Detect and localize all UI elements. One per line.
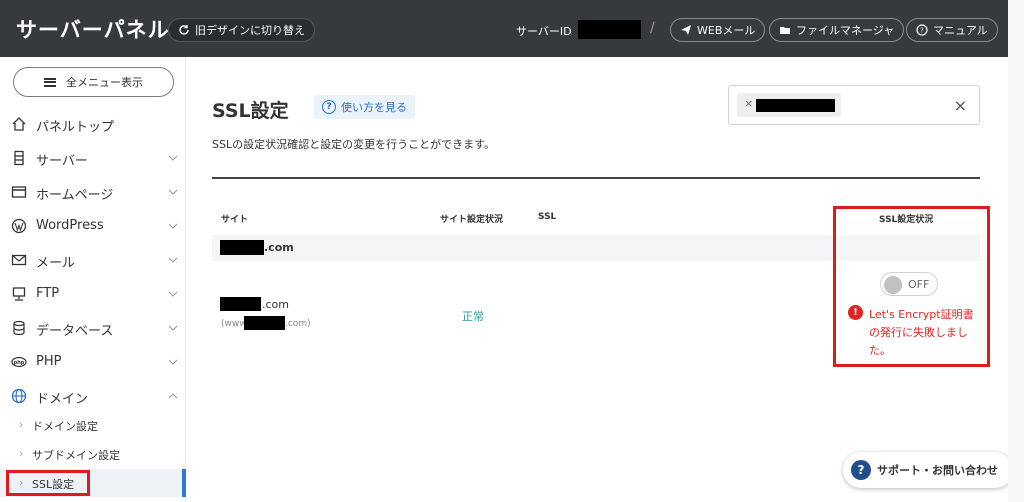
domain-filter-box[interactable]: × ×	[728, 85, 980, 125]
web-mail-label: WEBメール	[697, 24, 756, 37]
active-indicator	[182, 469, 186, 497]
how-to-button[interactable]: ? 使い方を見る	[314, 95, 415, 119]
paper-plane-icon	[681, 25, 691, 35]
row-www-suffix: .com)	[285, 319, 311, 329]
svg-text:?: ?	[920, 27, 924, 35]
refresh-icon	[179, 25, 189, 35]
old-design-toggle-button[interactable]: 旧デザインに切り替え	[168, 18, 315, 42]
folder-icon	[780, 27, 790, 34]
page-title: SSL設定	[212, 100, 289, 122]
sidebar-item-ftp[interactable]: FTP	[0, 277, 186, 311]
sidebar-item-wordpress[interactable]: WordPress	[0, 209, 186, 243]
sidebar-item-label: ドメイン	[36, 392, 89, 407]
sidebar-item-domain[interactable]: ドメイン	[0, 379, 186, 413]
all-menu-label: 全メニュー表示	[66, 76, 143, 89]
file-manager-button[interactable]: ファイルマネージャ	[769, 18, 905, 42]
chevron-down-icon	[168, 257, 178, 263]
column-header-site: サイト	[221, 215, 249, 225]
support-contact-button[interactable]: ? サポート・お問い合わせ	[843, 452, 1013, 488]
help-circle-icon: ?	[851, 460, 871, 480]
filter-chip-value-redacted	[756, 99, 835, 112]
chevron-right-icon: ›	[19, 418, 24, 431]
chevron-up-icon	[168, 393, 178, 399]
page-description: SSLの設定状況確認と設定の変更を行うことができます。	[212, 138, 495, 151]
help-circle-icon: ?	[322, 100, 336, 114]
row-domain-redacted	[220, 297, 261, 311]
sidebar-item-label: PHP	[36, 354, 62, 369]
clear-filter-icon[interactable]: ×	[954, 96, 967, 115]
sidebar-item-mail[interactable]: メール	[0, 243, 186, 277]
sidebar-subitem-label: サブドメイン設定	[32, 449, 120, 462]
home-icon	[12, 117, 26, 131]
window-icon	[11, 186, 27, 198]
app-title: サーバーパネル	[16, 18, 170, 42]
highlight-box-sidebar	[6, 470, 90, 496]
server-id-value-redacted	[578, 20, 641, 39]
sidebar-subitem-label: ドメイン設定	[32, 420, 98, 433]
site-status-value: 正常	[462, 310, 484, 323]
support-label: サポート・お問い合わせ	[877, 464, 998, 477]
how-to-label: 使い方を見る	[341, 101, 407, 114]
highlight-box-ssl-status	[833, 206, 990, 367]
row-domain-suffix: .com	[262, 298, 289, 311]
sidebar-item-server[interactable]: サーバー	[0, 141, 186, 175]
wordpress-icon	[11, 218, 27, 234]
sidebar-item-label: パネルトップ	[36, 120, 115, 135]
sidebar-item-label: メール	[36, 256, 76, 271]
ftp-icon	[12, 287, 26, 301]
sidebar-item-panel-top[interactable]: パネルトップ	[0, 107, 186, 141]
section-divider	[212, 177, 980, 179]
sidebar-item-label: サーバー	[36, 154, 88, 169]
group-domain-suffix: .com	[264, 241, 294, 254]
header-separator: /	[650, 20, 655, 36]
database-icon	[13, 320, 25, 336]
column-header-ssl: SSL	[538, 212, 557, 222]
group-domain-redacted	[220, 240, 264, 255]
sidebar-item-label: FTP	[36, 286, 60, 301]
mail-icon	[11, 254, 27, 266]
svg-text:php: php	[14, 360, 25, 366]
chevron-down-icon	[168, 291, 178, 297]
sidebar-item-label: ホームページ	[36, 188, 114, 203]
row-www-redacted	[244, 316, 285, 330]
chevron-down-icon	[168, 155, 178, 161]
sidebar-subitem-subdomain-settings[interactable]: › サブドメイン設定	[0, 440, 186, 468]
chip-remove-icon[interactable]: ×	[744, 97, 753, 110]
server-icon	[14, 150, 24, 166]
sidebar-item-php[interactable]: php PHP	[0, 345, 186, 379]
chevron-down-icon	[168, 325, 178, 331]
chevron-down-icon	[168, 189, 178, 195]
column-header-site-status: サイト設定状況	[440, 215, 504, 225]
manual-label: マニュアル	[933, 24, 988, 37]
chevron-down-icon	[168, 223, 178, 229]
php-icon: php	[11, 356, 27, 368]
server-id-label: サーバーID	[516, 25, 572, 38]
hamburger-icon	[44, 77, 56, 87]
filter-chip[interactable]: ×	[737, 93, 841, 117]
all-menu-button[interactable]: 全メニュー表示	[13, 67, 174, 97]
top-header: サーバーパネル 旧デザインに切り替え サーバーID / WEBメール ファイルマ…	[0, 0, 1008, 57]
sidebar-item-homepage[interactable]: ホームページ	[0, 175, 186, 209]
sidebar-item-label: WordPress	[36, 218, 104, 233]
sidebar: 全メニュー表示 パネルトップ サーバー ホームページ WordPress メール…	[0, 57, 186, 502]
chevron-right-icon: ›	[19, 447, 24, 460]
manual-button[interactable]: ? マニュアル	[906, 18, 998, 42]
file-manager-label: ファイルマネージャ	[796, 24, 895, 37]
old-design-label: 旧デザインに切り替え	[195, 24, 305, 37]
globe-icon	[11, 388, 27, 404]
chevron-down-icon	[168, 359, 178, 365]
web-mail-button[interactable]: WEBメール	[670, 18, 766, 42]
sidebar-item-database[interactable]: データベース	[0, 311, 186, 345]
scrollbar[interactable]	[1008, 0, 1024, 502]
sidebar-subitem-domain-settings[interactable]: › ドメイン設定	[0, 411, 186, 439]
sidebar-item-label: データベース	[36, 324, 114, 339]
help-circle-icon: ?	[916, 24, 928, 36]
